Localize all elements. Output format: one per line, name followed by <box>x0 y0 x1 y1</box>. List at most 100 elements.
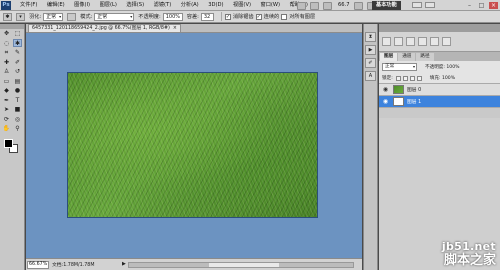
history-panel-icon[interactable]: ⧗ <box>365 32 376 42</box>
menu-filter[interactable]: 滤镜(T) <box>154 0 172 11</box>
menu-view[interactable]: 视图(V) <box>233 0 251 11</box>
menu-select[interactable]: 选择(S) <box>126 0 144 11</box>
workspace-switcher-button[interactable]: 基本功能 <box>372 1 401 10</box>
painting-mode-icon[interactable] <box>425 2 435 8</box>
dodge-tool-icon[interactable]: ● <box>13 87 22 95</box>
magic-wand-tool-icon[interactable]: ✱ <box>13 39 22 48</box>
zoom-field[interactable]: 66.67% <box>27 260 49 269</box>
all-layers-checkbox[interactable] <box>281 13 288 20</box>
actions-panel-icon[interactable]: ▶ <box>365 45 376 55</box>
magic-wand-icon[interactable]: ✱ <box>3 12 12 21</box>
shape-tool-icon[interactable]: ■ <box>13 106 22 114</box>
lock-all-icon[interactable] <box>416 75 422 81</box>
healing-brush-tool-icon[interactable]: ✚ <box>2 58 11 66</box>
close-document-icon[interactable]: × <box>173 26 177 31</box>
history-brush-tool-icon[interactable]: ↺ <box>13 68 22 76</box>
menu-image[interactable]: 图像(I) <box>74 0 90 11</box>
all-layers-label: 对所有图层 <box>289 14 316 20</box>
anti-alias-checkbox[interactable]: ✓ <box>224 13 231 20</box>
blur-tool-icon[interactable]: ◆ <box>2 87 11 95</box>
curves-adjustment-icon[interactable] <box>406 37 415 46</box>
fill-field[interactable]: 填充: 100% <box>430 75 455 81</box>
tool-preset-icon[interactable]: ▾ <box>16 12 25 21</box>
lock-position-icon[interactable] <box>409 75 415 81</box>
collapsed-panel-dock: ⧗ ▶ ✐ A <box>363 24 378 270</box>
layer-row-1[interactable]: ◉ 图层 1 <box>379 96 500 108</box>
opacity-field[interactable]: 100% <box>162 12 183 21</box>
menu-file[interactable]: 文件(F) <box>20 0 37 11</box>
contiguous-checkbox[interactable]: ✓ <box>255 13 262 20</box>
document-tab[interactable]: 6457331_120118659424_2.jpg @ 66.7%(图层 1,… <box>28 24 181 32</box>
document-title: 6457331_120118659424_2.jpg @ 66.7%(图层 1,… <box>32 26 170 31</box>
canvas-area[interactable] <box>26 33 362 258</box>
menu-analysis[interactable]: 分析(A) <box>181 0 199 11</box>
levels-adjustment-icon[interactable] <box>394 37 403 46</box>
hand-tool-icon[interactable] <box>353 1 363 10</box>
tools-panel: ✥ ⬚ ◌ ✱ ⌗ ✎ ✚ ✐ ♙ ↺ ▭ ▤ ◆ ● ✒ T ➤ ■ ⟳ ◎ ✋ ⚲ <box>0 24 25 270</box>
move-tool-icon[interactable]: ✥ <box>2 30 11 38</box>
watermark-text: 脚本之家 <box>443 253 496 268</box>
crop-tool-icon[interactable]: ⌗ <box>2 49 11 57</box>
path-selection-tool-icon[interactable]: ➤ <box>2 106 11 114</box>
gradient-tool-icon[interactable]: ▤ <box>13 77 22 85</box>
zoom-tool-icon[interactable]: ⚲ <box>13 125 22 133</box>
visibility-eye-icon[interactable]: ◉ <box>381 85 390 94</box>
blend-mode-select[interactable]: 正常 ▾ <box>382 63 417 71</box>
menu-window[interactable]: 窗口(W) <box>261 0 281 11</box>
lock-transparency-icon[interactable] <box>395 75 401 81</box>
eyedropper-tool-icon[interactable]: ✎ <box>13 49 22 57</box>
design-mode-icon[interactable] <box>412 2 422 8</box>
type-tool-icon[interactable]: T <box>13 96 22 104</box>
close-button[interactable]: × <box>489 2 498 9</box>
foreground-color-swatch[interactable] <box>4 138 13 148</box>
3d-rotate-tool-icon[interactable]: ⟳ <box>2 115 11 123</box>
feather-select[interactable]: 正常 ▾ <box>43 12 64 21</box>
brush-tool-icon[interactable]: ✐ <box>13 58 22 66</box>
mode-select[interactable]: 正常 ▾ <box>94 12 135 21</box>
3d-camera-tool-icon[interactable]: ◎ <box>13 115 22 123</box>
launch-mini-bridge-icon[interactable] <box>310 1 319 10</box>
swatch-icon[interactable] <box>67 12 77 21</box>
visibility-eye-icon[interactable]: ◉ <box>381 97 390 106</box>
scrollbar-thumb[interactable] <box>209 263 279 267</box>
menu-3d[interactable]: 3D(D) <box>208 0 223 11</box>
minimize-button[interactable]: – <box>465 2 474 9</box>
exposure-adjustment-icon[interactable] <box>418 37 427 46</box>
pen-tool-icon[interactable]: ✒ <box>2 96 11 104</box>
menu-bar: Ps 文件(F) 编辑(E) 图像(I) 图层(L) 选择(S) 滤镜(T) 分… <box>0 0 500 11</box>
status-menu-arrow-icon[interactable]: ▶ <box>122 261 126 267</box>
separator <box>220 12 222 21</box>
document-tab-bar: 6457331_120118659424_2.jpg @ 66.7%(图层 1,… <box>26 24 362 33</box>
horizontal-scrollbar[interactable] <box>128 262 354 268</box>
hand-tool-icon[interactable]: ✋ <box>2 125 11 133</box>
watermark-site: jb51.net <box>441 240 496 253</box>
layer-name[interactable]: 图层 1 <box>407 98 421 105</box>
character-panel-icon[interactable]: A <box>365 71 376 81</box>
lock-pixels-icon[interactable] <box>402 75 408 81</box>
grass-image[interactable] <box>67 72 318 218</box>
layer-opacity-field[interactable]: 不透明度: 100% <box>425 64 460 70</box>
layer-name[interactable]: 图层 0 <box>407 86 421 93</box>
marquee-tool-icon[interactable]: ⬚ <box>13 30 22 38</box>
brush-panel-icon[interactable]: ✐ <box>365 58 376 68</box>
adjustments-panel-header[interactable] <box>379 24 500 32</box>
lasso-tool-icon[interactable]: ◌ <box>2 39 11 47</box>
tab-channels[interactable]: 通道 <box>398 53 416 61</box>
hue-adjustment-icon[interactable] <box>442 37 451 46</box>
zoom-level-readout[interactable]: 66.7 <box>338 1 350 10</box>
menu-edit[interactable]: 编辑(E) <box>47 0 65 11</box>
eraser-tool-icon[interactable]: ▭ <box>2 77 11 85</box>
menu-layer[interactable]: 图层(L) <box>100 0 117 11</box>
brightness-adjustment-icon[interactable] <box>382 37 391 46</box>
restore-button[interactable]: □ <box>477 2 486 9</box>
tab-layers[interactable]: 图层 <box>380 53 398 61</box>
layer-row-0[interactable]: ◉ 图层 0 <box>379 84 500 96</box>
mode-label: 模式: <box>80 14 93 20</box>
clone-stamp-tool-icon[interactable]: ♙ <box>2 68 11 76</box>
launch-bridge-icon[interactable] <box>297 1 306 10</box>
vibrance-adjustment-icon[interactable] <box>430 37 439 46</box>
tab-paths[interactable]: 路径 <box>416 53 434 61</box>
tolerance-field[interactable]: 32 <box>200 12 214 21</box>
view-extras-icon[interactable] <box>323 1 332 10</box>
feather-label: 羽化: <box>29 14 42 20</box>
